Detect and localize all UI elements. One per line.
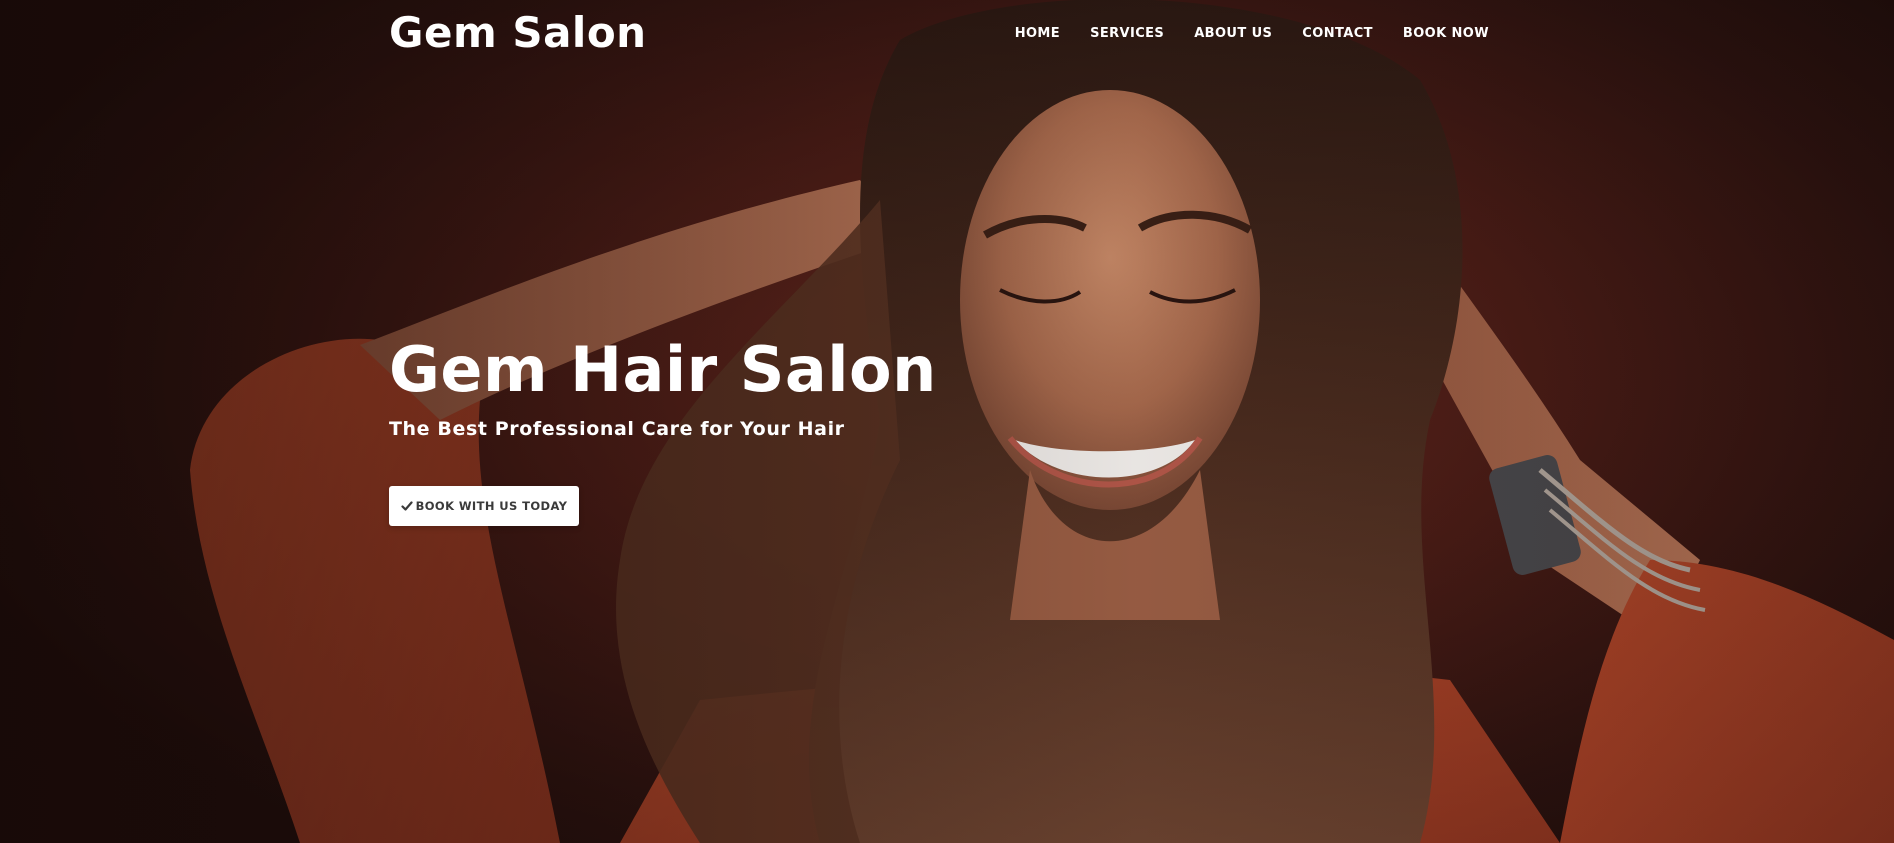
nav-link-home[interactable]: HOME [1015, 26, 1060, 41]
main-nav: HOME SERVICES ABOUT US CONTACT BOOK NOW [985, 26, 1489, 41]
top-navbar: Gem Salon HOME SERVICES ABOUT US CONTACT… [389, 0, 1489, 70]
book-with-us-button[interactable]: BOOK WITH US TODAY [389, 486, 579, 526]
nav-link-book-now[interactable]: BOOK NOW [1403, 26, 1489, 41]
hero-section: Gem Salon HOME SERVICES ABOUT US CONTACT… [0, 0, 1894, 843]
brand-logo[interactable]: Gem Salon [389, 8, 647, 57]
hero-content: Gem Hair Salon The Best Professional Car… [389, 330, 937, 440]
hero-title: Gem Hair Salon [389, 333, 937, 406]
hero-subtitle: The Best Professional Care for Your Hair [389, 418, 845, 440]
nav-link-services[interactable]: SERVICES [1090, 26, 1164, 41]
hero-overlay [0, 0, 1894, 843]
book-with-us-label: BOOK WITH US TODAY [415, 499, 568, 513]
nav-link-about-us[interactable]: ABOUT US [1194, 26, 1272, 41]
nav-link-contact[interactable]: CONTACT [1302, 26, 1373, 41]
check-icon [400, 500, 413, 512]
